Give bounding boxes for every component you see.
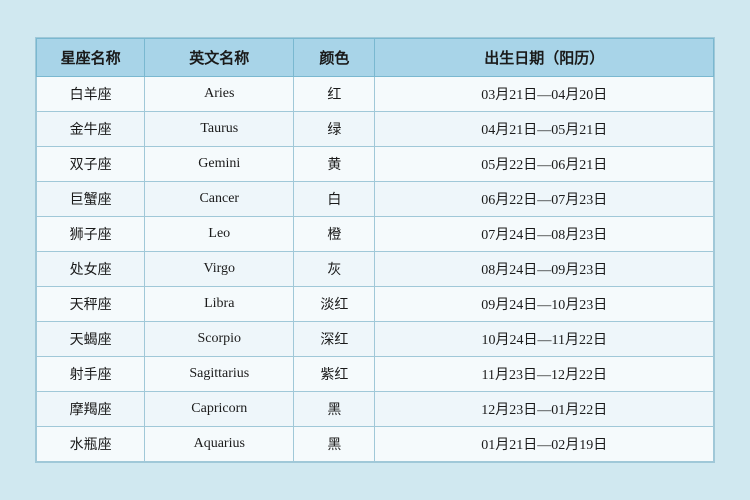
cell-english-name: Leo: [145, 217, 294, 252]
table-row: 巨蟹座Cancer白06月22日—07月23日: [37, 182, 714, 217]
cell-color: 红: [294, 77, 375, 112]
table-row: 处女座Virgo灰08月24日—09月23日: [37, 252, 714, 287]
cell-date: 03月21日—04月20日: [375, 77, 714, 112]
table-row: 射手座Sagittarius紫红11月23日—12月22日: [37, 357, 714, 392]
cell-english-name: Aries: [145, 77, 294, 112]
cell-date: 06月22日—07月23日: [375, 182, 714, 217]
cell-color: 深红: [294, 322, 375, 357]
table-row: 双子座Gemini黄05月22日—06月21日: [37, 147, 714, 182]
cell-color: 灰: [294, 252, 375, 287]
cell-english-name: Taurus: [145, 112, 294, 147]
zodiac-table-container: 星座名称 英文名称 颜色 出生日期（阳历） 白羊座Aries红03月21日—04…: [35, 37, 715, 463]
cell-chinese-name: 处女座: [37, 252, 145, 287]
cell-chinese-name: 狮子座: [37, 217, 145, 252]
cell-date: 07月24日—08月23日: [375, 217, 714, 252]
cell-date: 08月24日—09月23日: [375, 252, 714, 287]
zodiac-table: 星座名称 英文名称 颜色 出生日期（阳历） 白羊座Aries红03月21日—04…: [36, 38, 714, 462]
cell-english-name: Aquarius: [145, 427, 294, 462]
cell-date: 01月21日—02月19日: [375, 427, 714, 462]
cell-color: 绿: [294, 112, 375, 147]
header-color: 颜色: [294, 39, 375, 77]
cell-date: 04月21日—05月21日: [375, 112, 714, 147]
cell-color: 黄: [294, 147, 375, 182]
table-header-row: 星座名称 英文名称 颜色 出生日期（阳历）: [37, 39, 714, 77]
cell-english-name: Libra: [145, 287, 294, 322]
cell-date: 12月23日—01月22日: [375, 392, 714, 427]
cell-english-name: Gemini: [145, 147, 294, 182]
cell-chinese-name: 摩羯座: [37, 392, 145, 427]
cell-color: 紫红: [294, 357, 375, 392]
cell-date: 10月24日—11月22日: [375, 322, 714, 357]
cell-color: 淡红: [294, 287, 375, 322]
cell-chinese-name: 水瓶座: [37, 427, 145, 462]
table-row: 水瓶座Aquarius黑01月21日—02月19日: [37, 427, 714, 462]
table-row: 狮子座Leo橙07月24日—08月23日: [37, 217, 714, 252]
cell-chinese-name: 白羊座: [37, 77, 145, 112]
cell-chinese-name: 双子座: [37, 147, 145, 182]
cell-english-name: Virgo: [145, 252, 294, 287]
cell-chinese-name: 射手座: [37, 357, 145, 392]
cell-english-name: Scorpio: [145, 322, 294, 357]
cell-color: 黑: [294, 427, 375, 462]
cell-chinese-name: 天秤座: [37, 287, 145, 322]
header-english-name: 英文名称: [145, 39, 294, 77]
cell-date: 09月24日—10月23日: [375, 287, 714, 322]
table-row: 天秤座Libra淡红09月24日—10月23日: [37, 287, 714, 322]
table-row: 天蝎座Scorpio深红10月24日—11月22日: [37, 322, 714, 357]
cell-color: 黑: [294, 392, 375, 427]
cell-date: 11月23日—12月22日: [375, 357, 714, 392]
cell-chinese-name: 巨蟹座: [37, 182, 145, 217]
cell-english-name: Cancer: [145, 182, 294, 217]
table-row: 白羊座Aries红03月21日—04月20日: [37, 77, 714, 112]
cell-chinese-name: 天蝎座: [37, 322, 145, 357]
cell-color: 白: [294, 182, 375, 217]
cell-chinese-name: 金牛座: [37, 112, 145, 147]
table-row: 摩羯座Capricorn黑12月23日—01月22日: [37, 392, 714, 427]
table-row: 金牛座Taurus绿04月21日—05月21日: [37, 112, 714, 147]
cell-english-name: Sagittarius: [145, 357, 294, 392]
cell-color: 橙: [294, 217, 375, 252]
cell-date: 05月22日—06月21日: [375, 147, 714, 182]
header-chinese-name: 星座名称: [37, 39, 145, 77]
header-date: 出生日期（阳历）: [375, 39, 714, 77]
cell-english-name: Capricorn: [145, 392, 294, 427]
